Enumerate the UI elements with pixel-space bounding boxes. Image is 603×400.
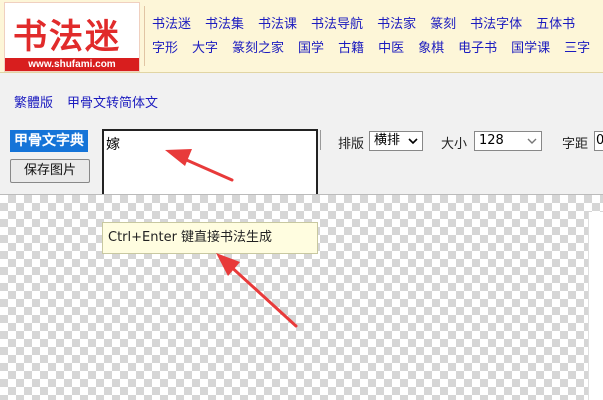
- layout-select[interactable]: 横排: [369, 131, 423, 151]
- nav-link[interactable]: 中医: [378, 37, 404, 56]
- nav-link[interactable]: 书法课: [258, 13, 297, 32]
- nav-link[interactable]: 篆刻: [430, 13, 456, 32]
- spacing-label: 字距: [562, 137, 589, 152]
- nav-row-secondary: 字形 大字 篆刻之家 国学 古籍 中医 象棋 电子书 国学课 三字: [152, 37, 590, 56]
- nav-link[interactable]: 象棋: [418, 37, 444, 56]
- sub-nav: 繁體版 甲骨文转简体文: [14, 92, 158, 111]
- nav-divider: [144, 6, 145, 66]
- nav-link[interactable]: 大字: [192, 37, 218, 56]
- nav-row-primary: 书法迷 书法集 书法课 书法导航 书法家 篆刻 书法字体 五体书: [152, 13, 575, 32]
- site-header: 书法迷 www.shufami.com 书法迷 书法集 书法课 书法导航 书法家…: [0, 0, 603, 72]
- save-image-button[interactable]: 保存图片: [10, 159, 90, 183]
- nav-link[interactable]: 电子书: [458, 37, 497, 56]
- nav-link[interactable]: 书法字体: [470, 13, 522, 32]
- logo-url: www.shufami.com: [5, 58, 139, 71]
- nav-link[interactable]: 五体书: [536, 13, 575, 32]
- size-select[interactable]: 128: [474, 131, 542, 151]
- nav-link[interactable]: 书法家: [377, 13, 416, 32]
- spacing-input-value: 0: [596, 133, 603, 148]
- oracle-dictionary-badge: 甲骨文字典: [10, 130, 88, 152]
- nav-link[interactable]: 古籍: [338, 37, 364, 56]
- traditional-chinese-link[interactable]: 繁體版: [14, 92, 53, 111]
- chevron-down-icon: [527, 138, 537, 144]
- nav-link[interactable]: 书法导航: [311, 13, 363, 32]
- chevron-down-icon: [408, 138, 418, 145]
- layout-label: 排版: [338, 137, 365, 152]
- nav-link[interactable]: 篆刻之家: [232, 37, 284, 56]
- size-label: 大小: [441, 137, 468, 152]
- nav-link[interactable]: 书法集: [205, 13, 244, 32]
- nav-link[interactable]: 三字: [564, 37, 590, 56]
- canvas-side-panel: [588, 212, 603, 400]
- layout-select-value: 横排: [374, 133, 401, 148]
- toolbar-separator: [320, 130, 321, 150]
- nav-link[interactable]: 字形: [152, 37, 178, 56]
- logo-text: 书法迷: [13, 17, 121, 57]
- size-select-value: 128: [479, 133, 504, 148]
- oracle-to-simplified-link[interactable]: 甲骨文转简体文: [67, 92, 158, 111]
- site-logo[interactable]: 书法迷 www.shufami.com: [4, 2, 140, 72]
- nav-link[interactable]: 国学课: [511, 37, 550, 56]
- nav-link[interactable]: 书法迷: [152, 13, 191, 32]
- nav-link[interactable]: 国学: [298, 37, 324, 56]
- spacing-input[interactable]: 0: [594, 131, 603, 151]
- header-divider: [0, 72, 603, 73]
- shortcut-tooltip: Ctrl+Enter 键直接书法生成: [102, 222, 318, 254]
